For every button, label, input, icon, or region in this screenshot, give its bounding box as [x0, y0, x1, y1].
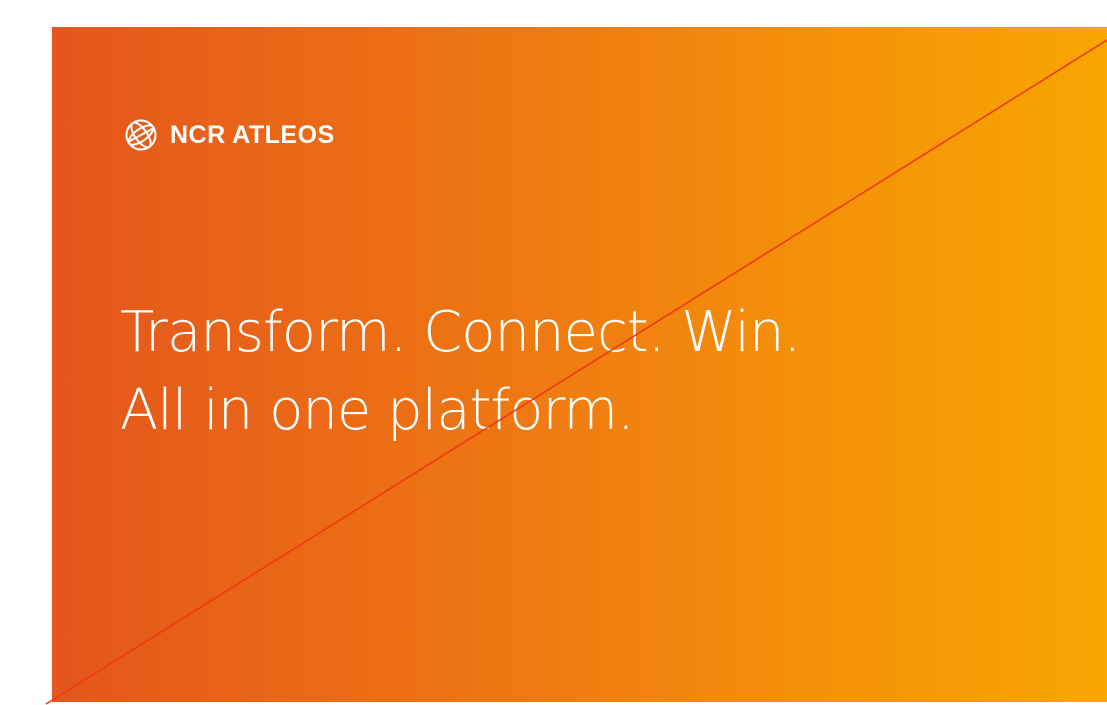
brand-name: NCR ATLEOS: [170, 120, 335, 149]
headline: Transform. Connect. Win. All in one plat…: [120, 294, 801, 450]
headline-line-1: Transform. Connect. Win.: [120, 300, 801, 365]
globe-icon: [125, 119, 157, 151]
brand-logo: NCR ATLEOS: [124, 118, 335, 152]
headline-line-2: All in one platform.: [120, 378, 635, 443]
page: NCR ATLEOS Transform. Connect. Win. All …: [0, 0, 1107, 705]
